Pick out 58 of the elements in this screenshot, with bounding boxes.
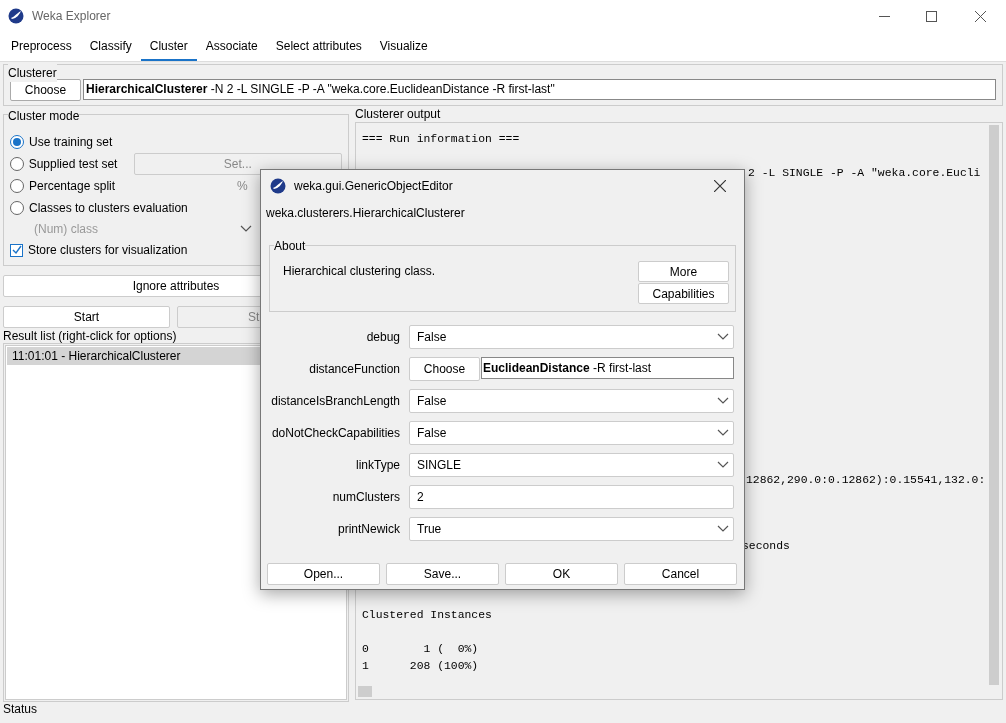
property-label: linkType — [354, 457, 400, 474]
bird-logo-icon — [270, 177, 286, 194]
property-dropdown[interactable]: SINGLE — [409, 453, 734, 477]
checkbox[interactable] — [10, 243, 23, 257]
scrollbar[interactable] — [989, 125, 999, 685]
status-label: Status — [3, 703, 39, 716]
radio-button[interactable] — [10, 179, 24, 193]
checkbox-label: Store clusters for visualization — [28, 242, 188, 259]
about-button[interactable]: More — [638, 261, 729, 282]
window-title: Weka Explorer — [32, 8, 111, 25]
class-name-label: weka.clusterers.HierarchicalClusterer — [266, 205, 466, 222]
group-title: Clusterer output — [355, 108, 442, 120]
property-dropdown[interactable]: False — [409, 389, 734, 413]
radio-button[interactable] — [10, 201, 24, 215]
scrollbar[interactable] — [358, 686, 372, 697]
group-title: Clusterer — [8, 64, 57, 82]
group-title: Result list (right-click for options) — [3, 329, 178, 343]
radio-button[interactable] — [10, 135, 24, 149]
output-line: 12862,290.0:0.12862):0.15541,132.0: — [746, 473, 986, 488]
property-label: distanceIsBranchLength — [270, 393, 400, 410]
distance-function-field[interactable]: EuclideanDistance -R first-last — [481, 357, 734, 379]
property-label: doNotCheckCapabilities — [270, 425, 400, 442]
property-label: printNewick — [337, 521, 400, 538]
output-line: 2 -L SINGLE -P -A "weka.core.Eucli — [748, 166, 981, 181]
property-label: debug — [365, 329, 400, 346]
output-line: 1 208 (100%) — [362, 659, 479, 674]
radio-button[interactable] — [10, 157, 24, 171]
output-line: 0 1 ( 0%) — [362, 642, 479, 657]
property-field[interactable]: 2 — [409, 485, 734, 509]
tab[interactable]: Associate — [196, 32, 267, 61]
property-dropdown[interactable]: False — [409, 325, 734, 349]
tab[interactable]: Visualize — [370, 32, 437, 61]
about-button[interactable]: Capabilities — [638, 283, 729, 304]
choose-button[interactable]: Choose — [409, 357, 480, 381]
dialog-button[interactable]: OK — [505, 563, 618, 585]
property-label: numClusters — [331, 489, 400, 506]
maximize-icon[interactable] — [926, 10, 937, 22]
dialog-title: weka.gui.GenericObjectEditor — [294, 177, 453, 195]
tab[interactable]: Classify — [80, 32, 141, 61]
radio-label: Supplied test set — [28, 156, 119, 173]
property-dropdown[interactable]: True — [409, 517, 734, 541]
close-icon[interactable] — [975, 10, 986, 22]
close-icon[interactable] — [714, 179, 726, 192]
property-dropdown[interactable]: False — [409, 421, 734, 445]
radio-label: Use training set — [29, 134, 114, 151]
radio-label: Percentage split — [29, 178, 117, 195]
percent-label: % — [237, 178, 248, 195]
output-line: === Run information === — [362, 132, 520, 147]
clusterer-field[interactable]: HierarchicalClusterer -N 2 -L SINGLE -P -A "weka.core.EuclideanDistance -R first-last" — [83, 79, 996, 100]
tab[interactable]: Preprocess — [2, 32, 81, 61]
start-button[interactable]: Start — [3, 306, 170, 328]
dialog-button[interactable]: Cancel — [624, 563, 737, 585]
dialog-button[interactable]: Open... — [267, 563, 380, 585]
dialog-button[interactable]: Save... — [386, 563, 499, 585]
output-line: Clustered Instances — [362, 608, 492, 623]
radio-label: Classes to clusters evaluation — [29, 200, 188, 217]
tab[interactable]: Select attributes — [266, 32, 371, 61]
bird-logo-icon — [8, 8, 24, 24]
